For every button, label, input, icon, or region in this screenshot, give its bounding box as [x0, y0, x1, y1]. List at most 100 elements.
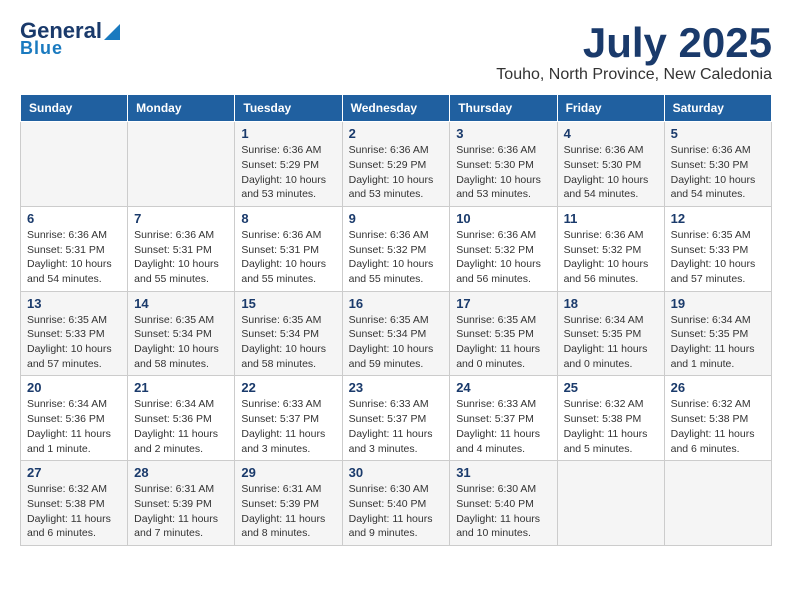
- calendar-cell: 15Sunrise: 6:35 AM Sunset: 5:34 PM Dayli…: [235, 291, 342, 376]
- day-number: 14: [134, 296, 228, 311]
- day-info: Sunrise: 6:36 AM Sunset: 5:30 PM Dayligh…: [671, 143, 765, 202]
- calendar-cell: 9 Sunrise: 6:36 AM Sunset: 5:32 PM Daylig…: [342, 206, 450, 291]
- day-number: 19: [671, 296, 765, 311]
- calendar-cell: 29 Sunrise: 6:31 AM Sunset: 5:39 PM Dayli…: [235, 461, 342, 546]
- day-number: 11: [564, 211, 658, 226]
- day-number: 4: [564, 126, 658, 141]
- day-info: Sunrise: 6:33 AM Sunset: 5:37 PM Dayligh…: [456, 397, 550, 456]
- day-info: Sunrise: 6:32 AM Sunset: 5:38 PM Dayligh…: [671, 397, 765, 456]
- day-info: Sunrise: 6:33 AM Sunset: 5:37 PM Dayligh…: [241, 397, 335, 456]
- calendar-cell: 12 Sunrise: 6:35 AM Sunset: 5:33 PM Dayli…: [664, 206, 771, 291]
- day-info: Sunrise: 6:36 AM Sunset: 5:31 PM Dayligh…: [134, 228, 228, 287]
- day-number: 25: [564, 380, 658, 395]
- day-info: Sunrise: 6:36 AM Sunset: 5:32 PM Dayligh…: [456, 228, 550, 287]
- day-number: 13: [27, 296, 121, 311]
- calendar-cell: 30 Sunrise: 6:30 AM Sunset: 5:40 PM Dayli…: [342, 461, 450, 546]
- header-cell-saturday: Saturday: [664, 95, 771, 122]
- day-info: Sunrise: 6:35 AM Sunset: 5:34 PM Dayligh…: [134, 313, 228, 372]
- header-cell-sunday: Sunday: [21, 95, 128, 122]
- day-number: 9: [349, 211, 444, 226]
- calendar-cell: 23Sunrise: 6:33 AM Sunset: 5:37 PM Dayli…: [342, 376, 450, 461]
- week-row-2: 6 Sunrise: 6:36 AM Sunset: 5:31 PM Daylig…: [21, 206, 772, 291]
- calendar-body: 1Sunrise: 6:36 AM Sunset: 5:29 PM Daylig…: [21, 122, 772, 546]
- day-info: Sunrise: 6:35 AM Sunset: 5:35 PM Dayligh…: [456, 313, 550, 372]
- day-info: Sunrise: 6:31 AM Sunset: 5:39 PM Dayligh…: [241, 482, 335, 541]
- header-cell-thursday: Thursday: [450, 95, 557, 122]
- calendar-cell: 16 Sunrise: 6:35 AM Sunset: 5:34 PM Dayli…: [342, 291, 450, 376]
- day-number: 30: [349, 465, 444, 480]
- calendar-cell: 26 Sunrise: 6:32 AM Sunset: 5:38 PM Dayli…: [664, 376, 771, 461]
- calendar-cell: 31Sunrise: 6:30 AM Sunset: 5:40 PM Dayli…: [450, 461, 557, 546]
- day-info: Sunrise: 6:36 AM Sunset: 5:31 PM Dayligh…: [241, 228, 335, 287]
- day-info: Sunrise: 6:34 AM Sunset: 5:36 PM Dayligh…: [134, 397, 228, 456]
- title-area: July 2025 Touho, North Province, New Cal…: [496, 20, 772, 84]
- day-info: Sunrise: 6:30 AM Sunset: 5:40 PM Dayligh…: [349, 482, 444, 541]
- day-info: Sunrise: 6:34 AM Sunset: 5:35 PM Dayligh…: [671, 313, 765, 372]
- calendar-cell: 24 Sunrise: 6:33 AM Sunset: 5:37 PM Dayli…: [450, 376, 557, 461]
- calendar-cell: [128, 122, 235, 207]
- calendar-cell: 2Sunrise: 6:36 AM Sunset: 5:29 PM Daylig…: [342, 122, 450, 207]
- day-number: 16: [349, 296, 444, 311]
- day-info: Sunrise: 6:36 AM Sunset: 5:32 PM Dayligh…: [349, 228, 444, 287]
- day-number: 7: [134, 211, 228, 226]
- calendar-title: July 2025: [496, 20, 772, 66]
- calendar-cell: 19 Sunrise: 6:34 AM Sunset: 5:35 PM Dayli…: [664, 291, 771, 376]
- calendar-cell: 20Sunrise: 6:34 AM Sunset: 5:36 PM Dayli…: [21, 376, 128, 461]
- day-info: Sunrise: 6:36 AM Sunset: 5:30 PM Dayligh…: [564, 143, 658, 202]
- calendar-cell: [557, 461, 664, 546]
- calendar-cell: 22 Sunrise: 6:33 AM Sunset: 5:37 PM Dayli…: [235, 376, 342, 461]
- day-info: Sunrise: 6:35 AM Sunset: 5:33 PM Dayligh…: [671, 228, 765, 287]
- day-number: 24: [456, 380, 550, 395]
- calendar-cell: 11Sunrise: 6:36 AM Sunset: 5:32 PM Dayli…: [557, 206, 664, 291]
- day-number: 3: [456, 126, 550, 141]
- day-info: Sunrise: 6:35 AM Sunset: 5:34 PM Dayligh…: [349, 313, 444, 372]
- calendar-cell: 5 Sunrise: 6:36 AM Sunset: 5:30 PM Daylig…: [664, 122, 771, 207]
- calendar-cell: 14 Sunrise: 6:35 AM Sunset: 5:34 PM Dayli…: [128, 291, 235, 376]
- week-row-1: 1Sunrise: 6:36 AM Sunset: 5:29 PM Daylig…: [21, 122, 772, 207]
- day-number: 5: [671, 126, 765, 141]
- day-number: 29: [241, 465, 335, 480]
- day-info: Sunrise: 6:33 AM Sunset: 5:37 PM Dayligh…: [349, 397, 444, 456]
- calendar-cell: 6Sunrise: 6:36 AM Sunset: 5:31 PM Daylig…: [21, 206, 128, 291]
- calendar-cell: 10Sunrise: 6:36 AM Sunset: 5:32 PM Dayli…: [450, 206, 557, 291]
- day-info: Sunrise: 6:34 AM Sunset: 5:35 PM Dayligh…: [564, 313, 658, 372]
- calendar-cell: 1Sunrise: 6:36 AM Sunset: 5:29 PM Daylig…: [235, 122, 342, 207]
- calendar-cell: 17 Sunrise: 6:35 AM Sunset: 5:35 PM Dayli…: [450, 291, 557, 376]
- calendar-cell: 3Sunrise: 6:36 AM Sunset: 5:30 PM Daylig…: [450, 122, 557, 207]
- day-number: 15: [241, 296, 335, 311]
- calendar-cell: 28Sunrise: 6:31 AM Sunset: 5:39 PM Dayli…: [128, 461, 235, 546]
- day-number: 26: [671, 380, 765, 395]
- calendar-header: SundayMondayTuesdayWednesdayThursdayFrid…: [21, 95, 772, 122]
- day-number: 27: [27, 465, 121, 480]
- header-cell-wednesday: Wednesday: [342, 95, 450, 122]
- calendar-table: SundayMondayTuesdayWednesdayThursdayFrid…: [20, 94, 772, 546]
- calendar-cell: 25 Sunrise: 6:32 AM Sunset: 5:38 PM Dayli…: [557, 376, 664, 461]
- calendar-cell: 18 Sunrise: 6:34 AM Sunset: 5:35 PM Dayli…: [557, 291, 664, 376]
- calendar-cell: 8 Sunrise: 6:36 AM Sunset: 5:31 PM Daylig…: [235, 206, 342, 291]
- header-cell-tuesday: Tuesday: [235, 95, 342, 122]
- header-cell-friday: Friday: [557, 95, 664, 122]
- week-row-5: 27Sunrise: 6:32 AM Sunset: 5:38 PM Dayli…: [21, 461, 772, 546]
- week-row-4: 20 Sunrise: 6:34 AM Sunset: 5:36 PM Dayli…: [21, 376, 772, 461]
- day-number: 6: [27, 211, 121, 226]
- day-number: 8: [241, 211, 335, 226]
- logo: General Blue: [20, 20, 120, 59]
- header-cell-monday: Monday: [128, 95, 235, 122]
- day-number: 17: [456, 296, 550, 311]
- day-info: Sunrise: 6:32 AM Sunset: 5:38 PM Dayligh…: [564, 397, 658, 456]
- day-number: 22: [241, 380, 335, 395]
- header: General Blue July 2025 Touho, North Prov…: [20, 20, 772, 84]
- header-row: SundayMondayTuesdayWednesdayThursdayFrid…: [21, 95, 772, 122]
- day-number: 18: [564, 296, 658, 311]
- day-number: 12: [671, 211, 765, 226]
- day-number: 21: [134, 380, 228, 395]
- day-number: 20: [27, 380, 121, 395]
- day-number: 2: [349, 126, 444, 141]
- calendar-subtitle: Touho, North Province, New Caledonia: [496, 66, 772, 84]
- calendar-cell: 13Sunrise: 6:35 AM Sunset: 5:33 PM Dayli…: [21, 291, 128, 376]
- calendar-cell: [664, 461, 771, 546]
- calendar-cell: [21, 122, 128, 207]
- logo-blue: Blue: [20, 38, 63, 59]
- day-number: 31: [456, 465, 550, 480]
- calendar-cell: 7 Sunrise: 6:36 AM Sunset: 5:31 PM Daylig…: [128, 206, 235, 291]
